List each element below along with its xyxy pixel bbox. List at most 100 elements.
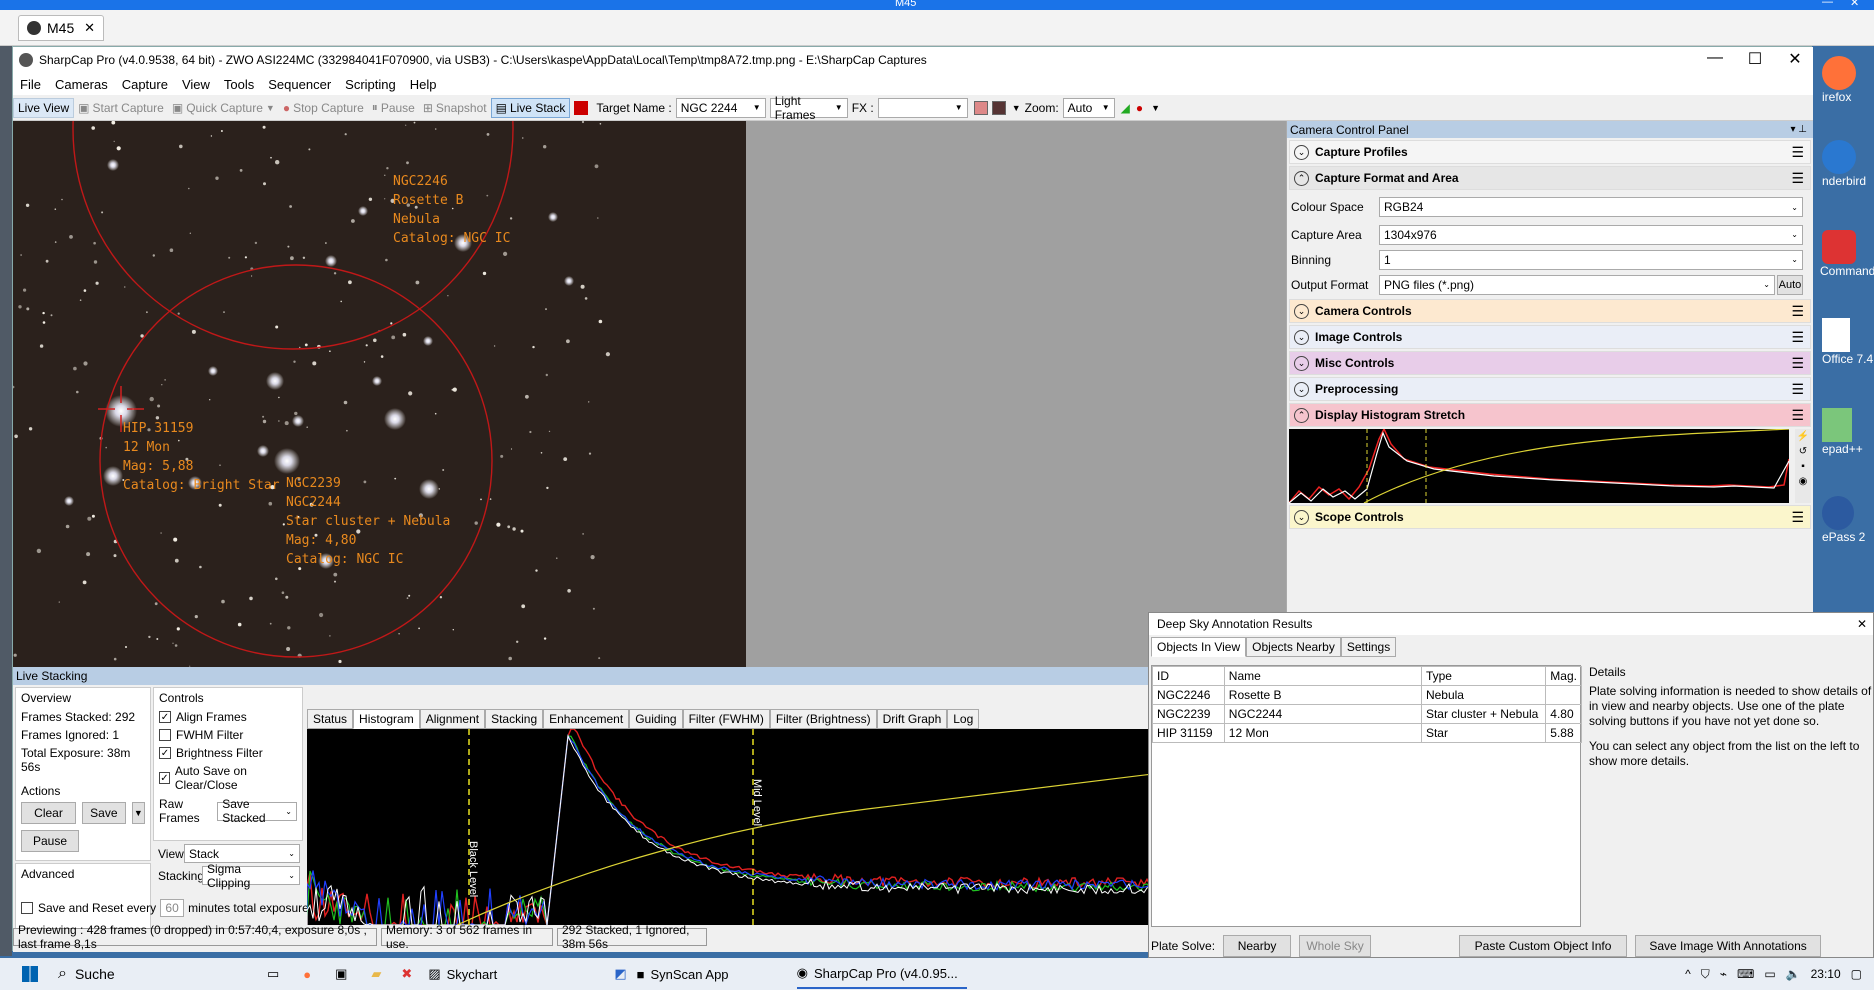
section-scope-controls[interactable]: ⌄ Scope Controls ☰ — [1289, 505, 1811, 529]
expand-icon[interactable]: ⌄ — [1294, 329, 1309, 345]
column-header-type[interactable]: Type — [1420, 666, 1547, 686]
auto-button[interactable]: Auto — [1777, 274, 1803, 295]
close-icon[interactable]: ✕ — [1850, 0, 1859, 9]
collapse-icon[interactable]: ⌃ — [1294, 407, 1309, 423]
minimize-icon[interactable]: — — [1822, 0, 1833, 8]
view-dropdown[interactable]: Stack ⌄ — [184, 844, 300, 863]
menu-sequencer[interactable]: Sequencer — [261, 77, 338, 92]
auto-save-checkbox[interactable]: ✓ — [159, 772, 170, 784]
column-header-name[interactable]: Name — [1223, 666, 1422, 686]
quick-capture-button[interactable]: ▣ Quick Capture ▼ — [168, 98, 279, 118]
tab-status[interactable]: Status — [307, 709, 354, 729]
fx-dropdown[interactable]: ▼ — [877, 97, 968, 118]
menu-icon[interactable]: ☰ — [1791, 407, 1804, 424]
clock[interactable]: 23:10 — [1811, 967, 1841, 981]
expand-icon[interactable]: ⌄ — [1294, 303, 1309, 319]
firefox-taskbar-icon[interactable]: ● — [303, 967, 311, 982]
notification-icon[interactable]: ▢ — [1851, 967, 1862, 981]
menu-file[interactable]: File — [13, 77, 48, 92]
live-image-view[interactable]: NGC2246 Rosette B Nebula Catalog: NGC IC… — [13, 121, 746, 667]
tab-drift-graph[interactable]: Drift Graph — [876, 709, 948, 729]
search-box[interactable]: Suche — [75, 966, 255, 982]
chevron-down-icon[interactable]: ▼ — [1151, 103, 1160, 113]
chevron-up-icon[interactable]: ^ — [1685, 967, 1691, 981]
section-image-controls[interactable]: ⌄ Image Controls ☰ — [1289, 325, 1811, 349]
section-capture-format[interactable]: ⌃ Capture Format and Area ☰ — [1289, 166, 1811, 190]
windows-start-icon[interactable] — [22, 966, 38, 982]
menu-help[interactable]: Help — [403, 77, 444, 92]
chevron-down-icon[interactable]: ▼ — [131, 802, 145, 824]
pause-button[interactable]: ⏸ Pause — [368, 98, 419, 118]
desktop-icon-thunderbird[interactable]: nderbird — [1814, 140, 1874, 188]
skychart-taskbar-item[interactable]: ▨ Skychart — [428, 966, 588, 982]
usb-icon[interactable]: ⌁ — [1720, 967, 1727, 981]
live-view-button[interactable]: Live View — [13, 97, 75, 118]
live-stack-button[interactable]: ▤ Live Stack — [490, 97, 571, 118]
output-format-dropdown[interactable]: PNG files (*.png) ⌄ — [1379, 274, 1775, 295]
menu-tools[interactable]: Tools — [217, 77, 261, 92]
menu-icon[interactable]: ☰ — [1791, 144, 1804, 161]
pause-stack-button[interactable]: Pause — [21, 830, 79, 852]
terminal-taskbar-icon[interactable]: ▣ — [335, 966, 347, 982]
tab-stacking[interactable]: Stacking — [485, 709, 544, 729]
nearby-button[interactable]: Nearby — [1223, 935, 1292, 957]
frame-type-dropdown[interactable]: Light Frames ▼ — [769, 94, 848, 122]
menu-view[interactable]: View — [175, 77, 217, 92]
commander-taskbar-icon[interactable]: ✖ — [401, 966, 412, 982]
stop-capture-button[interactable]: ● Stop Capture — [279, 98, 368, 118]
magnifier-icon[interactable]: ● — [1136, 101, 1143, 115]
chevron-down-icon[interactable]: ▼ — [266, 103, 275, 113]
chevron-down-icon[interactable]: ▼ — [1012, 103, 1021, 113]
tab-guiding[interactable]: Guiding — [629, 709, 683, 729]
align-frames-checkbox[interactable]: ✓ — [159, 711, 171, 723]
tab-log[interactable]: Log — [947, 709, 980, 729]
column-header-mag[interactable]: Mag. — [1545, 666, 1582, 686]
reticle-icon[interactable] — [991, 100, 1006, 115]
expand-icon[interactable]: ⌄ — [1294, 144, 1309, 160]
histogram-icon[interactable]: ◢ — [1121, 101, 1130, 115]
menu-icon[interactable]: ☰ — [1791, 170, 1804, 187]
tab-settings[interactable]: Settings — [1340, 637, 1397, 657]
synscan-taskbar-item[interactable]: ■ SynScan App — [637, 967, 797, 982]
snapshot-button[interactable]: ⊞ Snapshot — [419, 98, 491, 118]
expand-icon[interactable]: ⌄ — [1294, 509, 1309, 525]
save-icon[interactable]: ▪ — [1801, 461, 1805, 472]
fwhm-filter-checkbox[interactable] — [159, 729, 171, 741]
save-button[interactable]: Save — [82, 802, 126, 824]
section-misc-controls[interactable]: ⌄ Misc Controls ☰ — [1289, 351, 1811, 375]
target-icon[interactable] — [574, 100, 589, 115]
menu-icon[interactable]: ☰ — [1791, 303, 1804, 320]
whole-sky-button[interactable]: Whole Sky — [1299, 935, 1372, 957]
stack-histogram-view[interactable]: Black Level Mid Level — [307, 729, 1161, 925]
display-histogram-panel[interactable]: ⚡ ↺ ▪ ◉ — [1289, 429, 1811, 503]
paste-custom-object-button[interactable]: Paste Custom Object Info — [1459, 935, 1628, 957]
stacking-dropdown[interactable]: Sigma Clipping ⌄ — [202, 862, 300, 890]
task-view-icon[interactable]: ▭ — [267, 966, 279, 982]
menu-icon[interactable]: ☰ — [1791, 355, 1804, 372]
tab-alignment[interactable]: Alignment — [419, 709, 486, 729]
auto-stretch-icon[interactable]: ⚡ — [1797, 431, 1809, 442]
crosshair-icon[interactable] — [973, 100, 988, 115]
section-display-histogram[interactable]: ⌃ Display Histogram Stretch ☰ — [1289, 403, 1811, 427]
section-preprocessing[interactable]: ⌄ Preprocessing ☰ — [1289, 377, 1811, 401]
network-icon[interactable]: ▭ — [1764, 967, 1775, 981]
sharpcap-taskbar-item[interactable]: ◉ SharpCap Pro (v4.0.95... — [796, 959, 967, 989]
menu-icon[interactable]: ☰ — [1791, 381, 1804, 398]
table-row[interactable]: NGC2246 Rosette B Nebula — [1152, 685, 1582, 705]
tab-filter-fwhm[interactable]: Filter (FWHM) — [682, 709, 770, 729]
maximize-button[interactable]: ☐ — [1740, 49, 1770, 69]
close-icon[interactable]: ✕ — [1857, 617, 1867, 631]
reset-icon[interactable]: ↺ — [1799, 446, 1807, 457]
capture-area-dropdown[interactable]: 1304x976 ⌄ — [1379, 224, 1803, 245]
desktop-icon-office[interactable]: Office 7.4 — [1814, 318, 1874, 366]
desktop-icon-commander[interactable]: Commande — [1814, 230, 1874, 278]
desktop-icon-firefox[interactable]: irefox — [1814, 56, 1874, 116]
colour-space-dropdown[interactable]: RGB24 ⌄ — [1379, 197, 1803, 217]
close-button[interactable]: ✕ — [1780, 49, 1810, 69]
tab-close-icon[interactable]: ✕ — [84, 20, 95, 36]
app-taskbar-icon[interactable]: ◩ — [614, 966, 626, 982]
minimize-button[interactable]: — — [1700, 49, 1730, 67]
eye-icon[interactable]: ◉ — [1799, 476, 1808, 487]
save-image-annotations-button[interactable]: Save Image With Annotations — [1635, 935, 1822, 957]
zoom-dropdown[interactable]: Auto ▼ — [1062, 97, 1115, 118]
